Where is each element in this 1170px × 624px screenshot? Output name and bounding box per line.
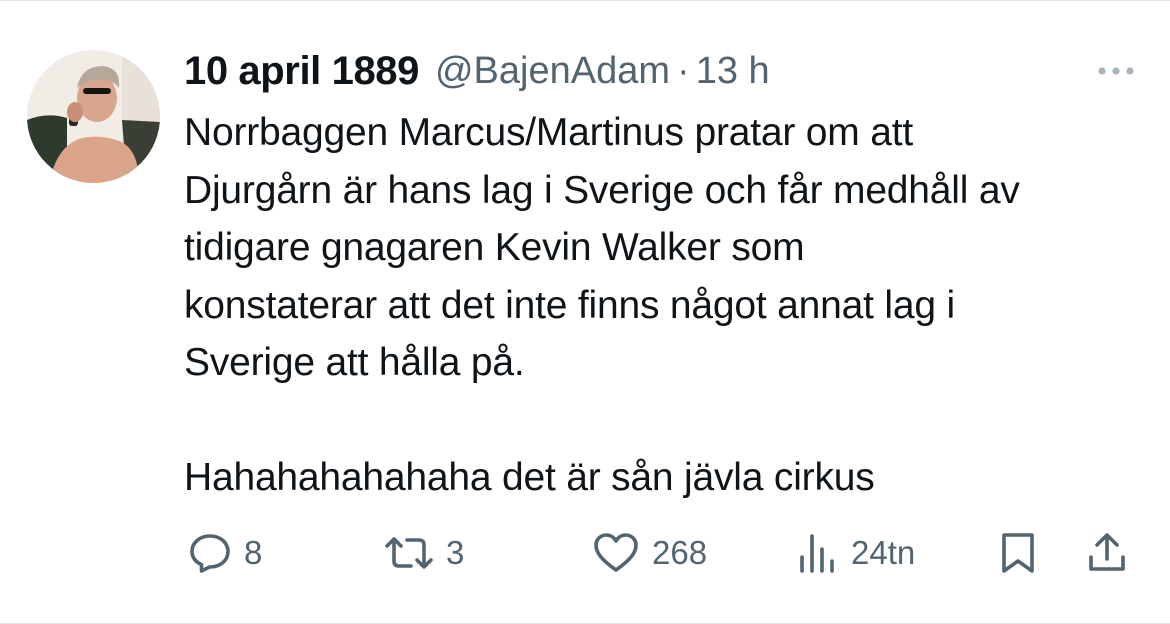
bookmark-button[interactable] [998, 523, 1038, 583]
display-name[interactable]: 10 april 1889 [184, 49, 419, 94]
reply-icon [190, 534, 230, 573]
views-count: 24tn [851, 534, 916, 571]
share-icon [1089, 533, 1125, 571]
tweet-text-line: Djurgårn är hans lag i Sverige och får m… [184, 168, 1020, 212]
more-options-button[interactable] [1092, 57, 1140, 85]
like-button[interactable]: 268 [592, 523, 707, 583]
more-icon [1098, 67, 1134, 75]
retweet-icon [385, 537, 433, 569]
avatar[interactable] [27, 50, 160, 183]
bookmark-icon [1002, 533, 1034, 573]
user-handle[interactable]: @BajenAdam [435, 50, 670, 93]
tweet-text-line: Sverige att hålla på. [184, 341, 525, 384]
tweet-text: Norrbaggen Marcus/Martinus pratar om att… [184, 104, 1144, 507]
tweet-text-line: Norrbaggen Marcus/Martinus pratar om att [184, 111, 913, 154]
tweet-text-line: Hahahahahahaha det är sån jävla cirkus [184, 456, 875, 499]
tweet-text-line: konstaterar att det inte finns något ann… [184, 283, 955, 327]
tweet-text-line: tidigare gnagaren Kevin Walker som [184, 226, 805, 269]
heart-icon [594, 533, 638, 572]
avatar-image [27, 50, 160, 183]
reply-button[interactable]: 8 [188, 523, 262, 583]
tweet-card[interactable]: 10 april 1889 @BajenAdam · 13 h Norrbagg… [0, 0, 1170, 624]
retweet-count: 3 [446, 534, 465, 571]
retweet-button[interactable]: 3 [384, 523, 464, 583]
timestamp[interactable]: 13 h [696, 50, 770, 93]
separator-dot: · [677, 49, 690, 92]
action-bar: 8 3 268 24tn [0, 523, 1170, 583]
share-button[interactable] [1087, 523, 1127, 583]
views-icon [800, 534, 834, 573]
tweet-header: 10 april 1889 @BajenAdam · 13 h [184, 45, 770, 97]
like-count: 268 [652, 534, 708, 571]
views-button[interactable]: 24tn [797, 523, 915, 583]
reply-count: 8 [244, 534, 263, 571]
